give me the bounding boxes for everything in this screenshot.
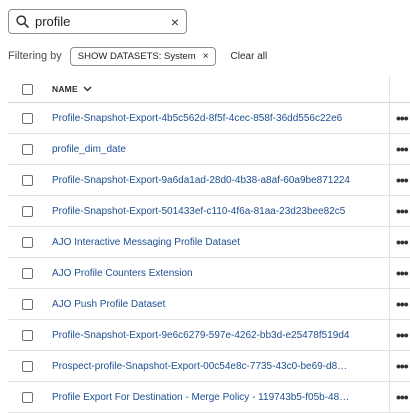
more-glyph: ••• <box>396 327 409 343</box>
more-actions-icon[interactable]: ••• <box>396 320 410 350</box>
column-divider <box>389 351 390 381</box>
filtering-by-label: Filtering by <box>8 50 62 62</box>
more-glyph: ••• <box>396 265 409 281</box>
row-checkbox[interactable] <box>22 298 33 310</box>
dataset-name-link[interactable]: AJO Push Profile Dataset <box>52 299 352 310</box>
dataset-name-link[interactable]: Profile Export For Destination - Merge P… <box>52 392 352 403</box>
dataset-name-link[interactable]: Profile-Snapshot-Export-9e6c6279-597e-42… <box>52 330 352 341</box>
more-glyph: ••• <box>396 296 409 312</box>
table-row: Prospect-profile-Snapshot-Export-00c54e8… <box>8 351 410 382</box>
more-actions-icon[interactable]: ••• <box>396 351 410 381</box>
column-divider <box>389 258 390 288</box>
row-checkbox[interactable] <box>22 205 33 217</box>
name-column-label: NAME <box>52 84 78 94</box>
more-glyph: ••• <box>396 389 409 405</box>
table-header: NAME <box>8 76 410 103</box>
dataset-name-link[interactable]: profile_dim_date <box>52 144 352 155</box>
more-actions-icon[interactable]: ••• <box>396 196 410 226</box>
row-checkbox[interactable] <box>22 360 33 372</box>
more-actions-icon[interactable]: ••• <box>396 165 410 195</box>
row-checkbox[interactable] <box>22 236 33 248</box>
name-column-header[interactable]: NAME <box>52 84 92 94</box>
more-actions-icon[interactable]: ••• <box>396 289 410 319</box>
filter-tag: SHOW DATASETS: System × <box>69 46 216 66</box>
search-field[interactable]: profile × <box>8 9 187 34</box>
column-divider <box>389 165 390 195</box>
more-glyph: ••• <box>396 234 409 250</box>
row-checkbox[interactable] <box>22 174 33 186</box>
more-glyph: ••• <box>396 358 409 374</box>
column-divider <box>389 227 390 257</box>
search-input[interactable]: profile <box>35 14 164 29</box>
search-icon <box>9 10 35 33</box>
row-checkbox[interactable] <box>22 112 33 124</box>
clear-all-button[interactable]: Clear all <box>231 51 268 62</box>
clear-search-icon[interactable]: × <box>164 10 186 33</box>
table-row: Profile Export For Destination - Merge P… <box>8 382 410 413</box>
table-row: AJO Push Profile Dataset ••• <box>8 289 410 320</box>
table-row: Profile-Snapshot-Export-9e6c6279-597e-42… <box>8 320 410 351</box>
more-glyph: ••• <box>396 203 409 219</box>
filter-tag-label: SHOW DATASETS: System <box>77 50 196 62</box>
more-actions-icon[interactable]: ••• <box>396 134 410 164</box>
table-row: Profile-Snapshot-Export-501433ef-c110-4f… <box>8 196 410 227</box>
more-actions-icon[interactable]: ••• <box>396 258 410 288</box>
select-all-checkbox[interactable] <box>22 83 33 95</box>
column-divider <box>389 289 390 319</box>
filter-bar: Filtering by SHOW DATASETS: System × Cle… <box>8 46 267 66</box>
column-divider <box>389 196 390 226</box>
more-actions-icon[interactable]: ••• <box>396 103 410 133</box>
row-checkbox[interactable] <box>22 143 33 155</box>
table-row: Profile-Snapshot-Export-4b5c562d-8f5f-4c… <box>8 103 410 134</box>
dataset-name-link[interactable]: Profile-Snapshot-Export-501433ef-c110-4f… <box>52 206 352 217</box>
column-divider <box>389 76 390 102</box>
dataset-name-link[interactable]: AJO Profile Counters Extension <box>52 268 352 279</box>
table-row: profile_dim_date ••• <box>8 134 410 165</box>
datasets-table: NAME Profile-Snapshot-Export-4b5c562d-8f… <box>8 76 410 413</box>
more-glyph: ••• <box>396 141 409 157</box>
dataset-name-link[interactable]: Profile-Snapshot-Export-4b5c562d-8f5f-4c… <box>52 113 352 124</box>
table-row: Profile-Snapshot-Export-9a6da1ad-28d0-4b… <box>8 165 410 196</box>
more-actions-icon[interactable]: ••• <box>396 227 410 257</box>
row-checkbox[interactable] <box>22 391 33 403</box>
column-divider <box>389 134 390 164</box>
column-divider <box>389 103 390 133</box>
column-divider <box>389 320 390 350</box>
more-glyph: ••• <box>396 172 409 188</box>
dataset-name-link[interactable]: AJO Interactive Messaging Profile Datase… <box>52 237 352 248</box>
remove-filter-icon[interactable]: × <box>203 51 209 62</box>
row-checkbox[interactable] <box>22 267 33 279</box>
chevron-down-icon <box>83 86 92 92</box>
row-checkbox[interactable] <box>22 329 33 341</box>
more-glyph: ••• <box>396 110 409 126</box>
dataset-name-link[interactable]: Prospect-profile-Snapshot-Export-00c54e8… <box>52 361 352 372</box>
table-row: AJO Profile Counters Extension ••• <box>8 258 410 289</box>
dataset-name-link[interactable]: Profile-Snapshot-Export-9a6da1ad-28d0-4b… <box>52 175 352 186</box>
table-row: AJO Interactive Messaging Profile Datase… <box>8 227 410 258</box>
